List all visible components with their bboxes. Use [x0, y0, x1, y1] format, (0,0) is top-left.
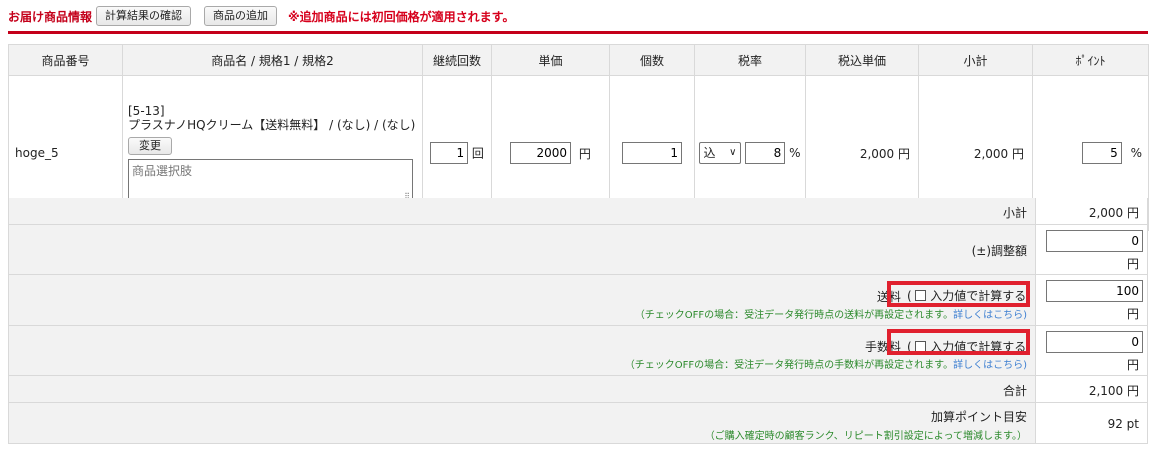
section-header: お届け商品情報 計算結果の確認 商品の追加 ※追加商品には初回価格が適用されます… — [0, 0, 1154, 32]
shipping-yen: 円 — [1126, 307, 1139, 321]
fee-input[interactable] — [1046, 331, 1143, 353]
continuation-unit: 回 — [471, 146, 484, 161]
tax-rate-percent: % — [789, 146, 801, 160]
option-placeholder: 商品選択肢 — [132, 163, 193, 178]
col-header-tax-rate: 税率 — [694, 44, 806, 76]
summary-adjust-row: (±)調整額 円 — [8, 225, 1148, 275]
fee-yen: 円 — [1126, 358, 1139, 372]
product-name: プラスナノHQクリーム【送料無料】 / (なし) / (なし) — [128, 117, 416, 132]
subtotal-label: 小計 — [1002, 206, 1027, 220]
fee-highlight-box — [887, 329, 1030, 355]
section-title: お届け商品情報 — [8, 10, 93, 24]
point-input[interactable] — [1081, 142, 1122, 164]
total-label: 合計 — [1002, 384, 1027, 398]
points-value: 92 pt — [1107, 417, 1139, 431]
tax-rate-input[interactable] — [745, 142, 786, 164]
points-note: （ご購入確定時の顧客ランク、リピート割引設定によって増減します。） — [704, 431, 1027, 442]
shipping-highlight-box — [887, 281, 1030, 307]
change-button[interactable]: 変更 — [128, 136, 172, 155]
continuation-input[interactable] — [430, 142, 469, 164]
tax-type-select[interactable]: 込 ∨ — [699, 142, 742, 164]
tax-type-value: 込 — [703, 146, 716, 160]
fee-details-link[interactable]: 詳しくはこちら) — [953, 360, 1027, 371]
col-header-name: 商品名 / 規格1 / 規格2 — [122, 44, 423, 76]
confirm-calc-button[interactable]: 計算結果の確認 — [96, 6, 191, 26]
shipping-input[interactable] — [1046, 280, 1143, 302]
adjust-yen: 円 — [1126, 257, 1139, 271]
col-header-continuation: 継続回数 — [422, 44, 492, 76]
col-header-subtotal: 小計 — [918, 44, 1033, 76]
adjust-label: (±)調整額 — [971, 244, 1027, 258]
price-notice: ※追加商品には初回価格が適用されます。 — [288, 10, 515, 24]
col-header-code: 商品番号 — [8, 44, 123, 76]
points-label: 加算ポイント目安 — [930, 410, 1027, 424]
unit-price-yen: 円 — [578, 146, 591, 161]
fee-note: （チェックOFFの場合：受注データ発行時点の手数料が再設定されます。詳しくはこち… — [624, 360, 1027, 371]
option-textarea[interactable]: 商品選択肢 ⠿ — [128, 158, 413, 203]
col-header-unit-price: 単価 — [491, 44, 610, 76]
subtotal-value: 2,000 円 — [1088, 206, 1139, 220]
summary-subtotal-row: 小計 2,000 円 — [8, 198, 1148, 225]
point-percent: % — [1130, 146, 1142, 160]
quantity-input[interactable] — [622, 142, 682, 164]
product-code: [5-13] — [128, 103, 165, 118]
col-header-point: ﾎﾟｲﾝﾄ — [1032, 44, 1149, 76]
header-divider — [8, 31, 1148, 34]
details-link[interactable]: 詳しくはこちら) — [953, 310, 1027, 321]
unit-price-input[interactable] — [510, 142, 572, 164]
add-product-button[interactable]: 商品の追加 — [204, 6, 277, 26]
chevron-down-icon: ∨ — [729, 147, 737, 158]
col-header-tax-incl-price: 税込単価 — [805, 44, 919, 76]
total-value: 2,100 円 — [1088, 384, 1139, 398]
summary-total-row: 合計 2,100 円 — [8, 376, 1148, 403]
adjust-input[interactable] — [1046, 230, 1143, 252]
table-header-row: 商品番号 商品名 / 規格1 / 規格2 継続回数 単価 個数 税率 税込単価 … — [8, 44, 1149, 76]
summary-points-row: 加算ポイント目安 （ご購入確定時の顧客ランク、リピート割引設定によって増減します… — [8, 403, 1148, 444]
col-header-quantity: 個数 — [609, 44, 695, 76]
shipping-note: （チェックOFFの場合：受注データ発行時点の送料が再設定されます。詳しくはこちら… — [634, 310, 1027, 321]
